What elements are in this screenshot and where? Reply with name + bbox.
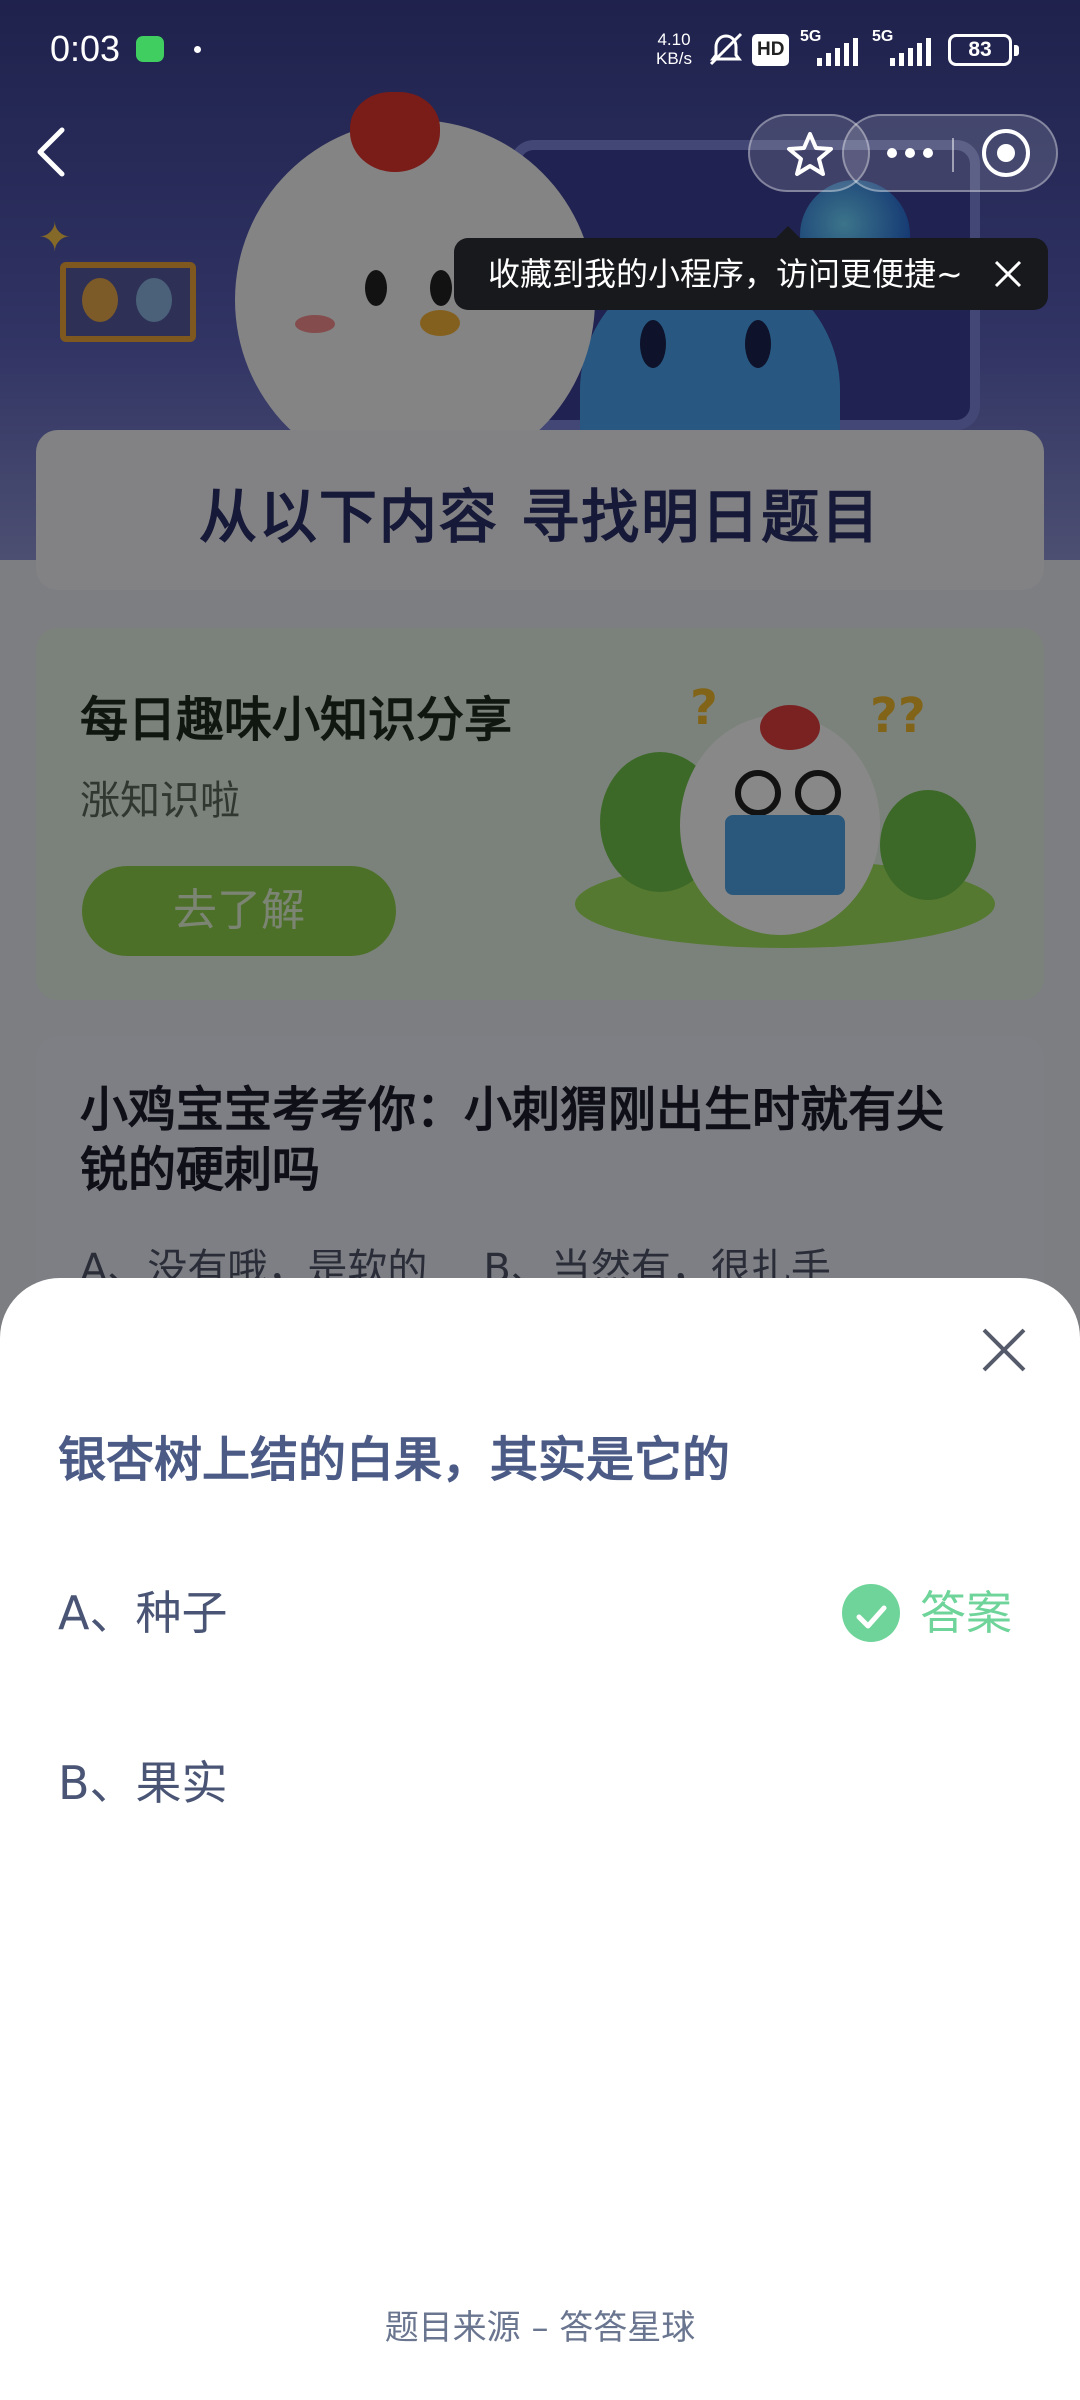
more-dots-icon[interactable] xyxy=(880,116,940,190)
answer-tag: 答案 xyxy=(842,1582,1012,1644)
close-icon[interactable] xyxy=(976,1322,1032,1378)
mute-bell-icon xyxy=(709,32,743,66)
battery-icon: 83 xyxy=(948,34,1019,66)
star-icon xyxy=(787,132,833,176)
wechat-icon xyxy=(136,36,164,62)
option-b-label: B、果实 xyxy=(58,1756,228,1810)
hd-badge: HD xyxy=(752,34,790,66)
status-time: 0:03 xyxy=(50,28,121,69)
check-icon xyxy=(842,1584,900,1642)
option-b[interactable]: B、果实 xyxy=(58,1738,1028,1828)
question-source: 题目来源 – 答答星球 xyxy=(384,2308,696,2348)
close-icon[interactable] xyxy=(988,254,1028,294)
back-arrow-icon[interactable] xyxy=(22,112,82,192)
notification-dot-icon xyxy=(194,46,201,53)
signal-icon xyxy=(817,38,858,66)
favorite-tooltip: 收藏到我的小程序，访问更便捷~ xyxy=(454,226,1048,310)
status-bar: 0:03 4.10 KB/s HD 5G 5G 83 xyxy=(0,0,1080,100)
menu-capsule xyxy=(842,114,1058,192)
network-speed: 4.10 KB/s xyxy=(652,30,696,68)
tooltip-text: 收藏到我的小程序，访问更便捷~ xyxy=(488,255,963,293)
option-a-label: A、种子 xyxy=(58,1586,228,1640)
network-speed-unit: KB/s xyxy=(656,49,692,68)
question-text: 银杏树上结的白果，其实是它的 xyxy=(58,1432,731,1488)
network-speed-value: 4.10 xyxy=(657,30,691,49)
capsule-divider xyxy=(952,138,954,172)
target-icon[interactable] xyxy=(972,116,1040,190)
answer-label: 答案 xyxy=(920,1586,1012,1640)
option-a[interactable]: A、种子 答案 xyxy=(58,1568,1028,1658)
signal-icon xyxy=(890,38,931,66)
